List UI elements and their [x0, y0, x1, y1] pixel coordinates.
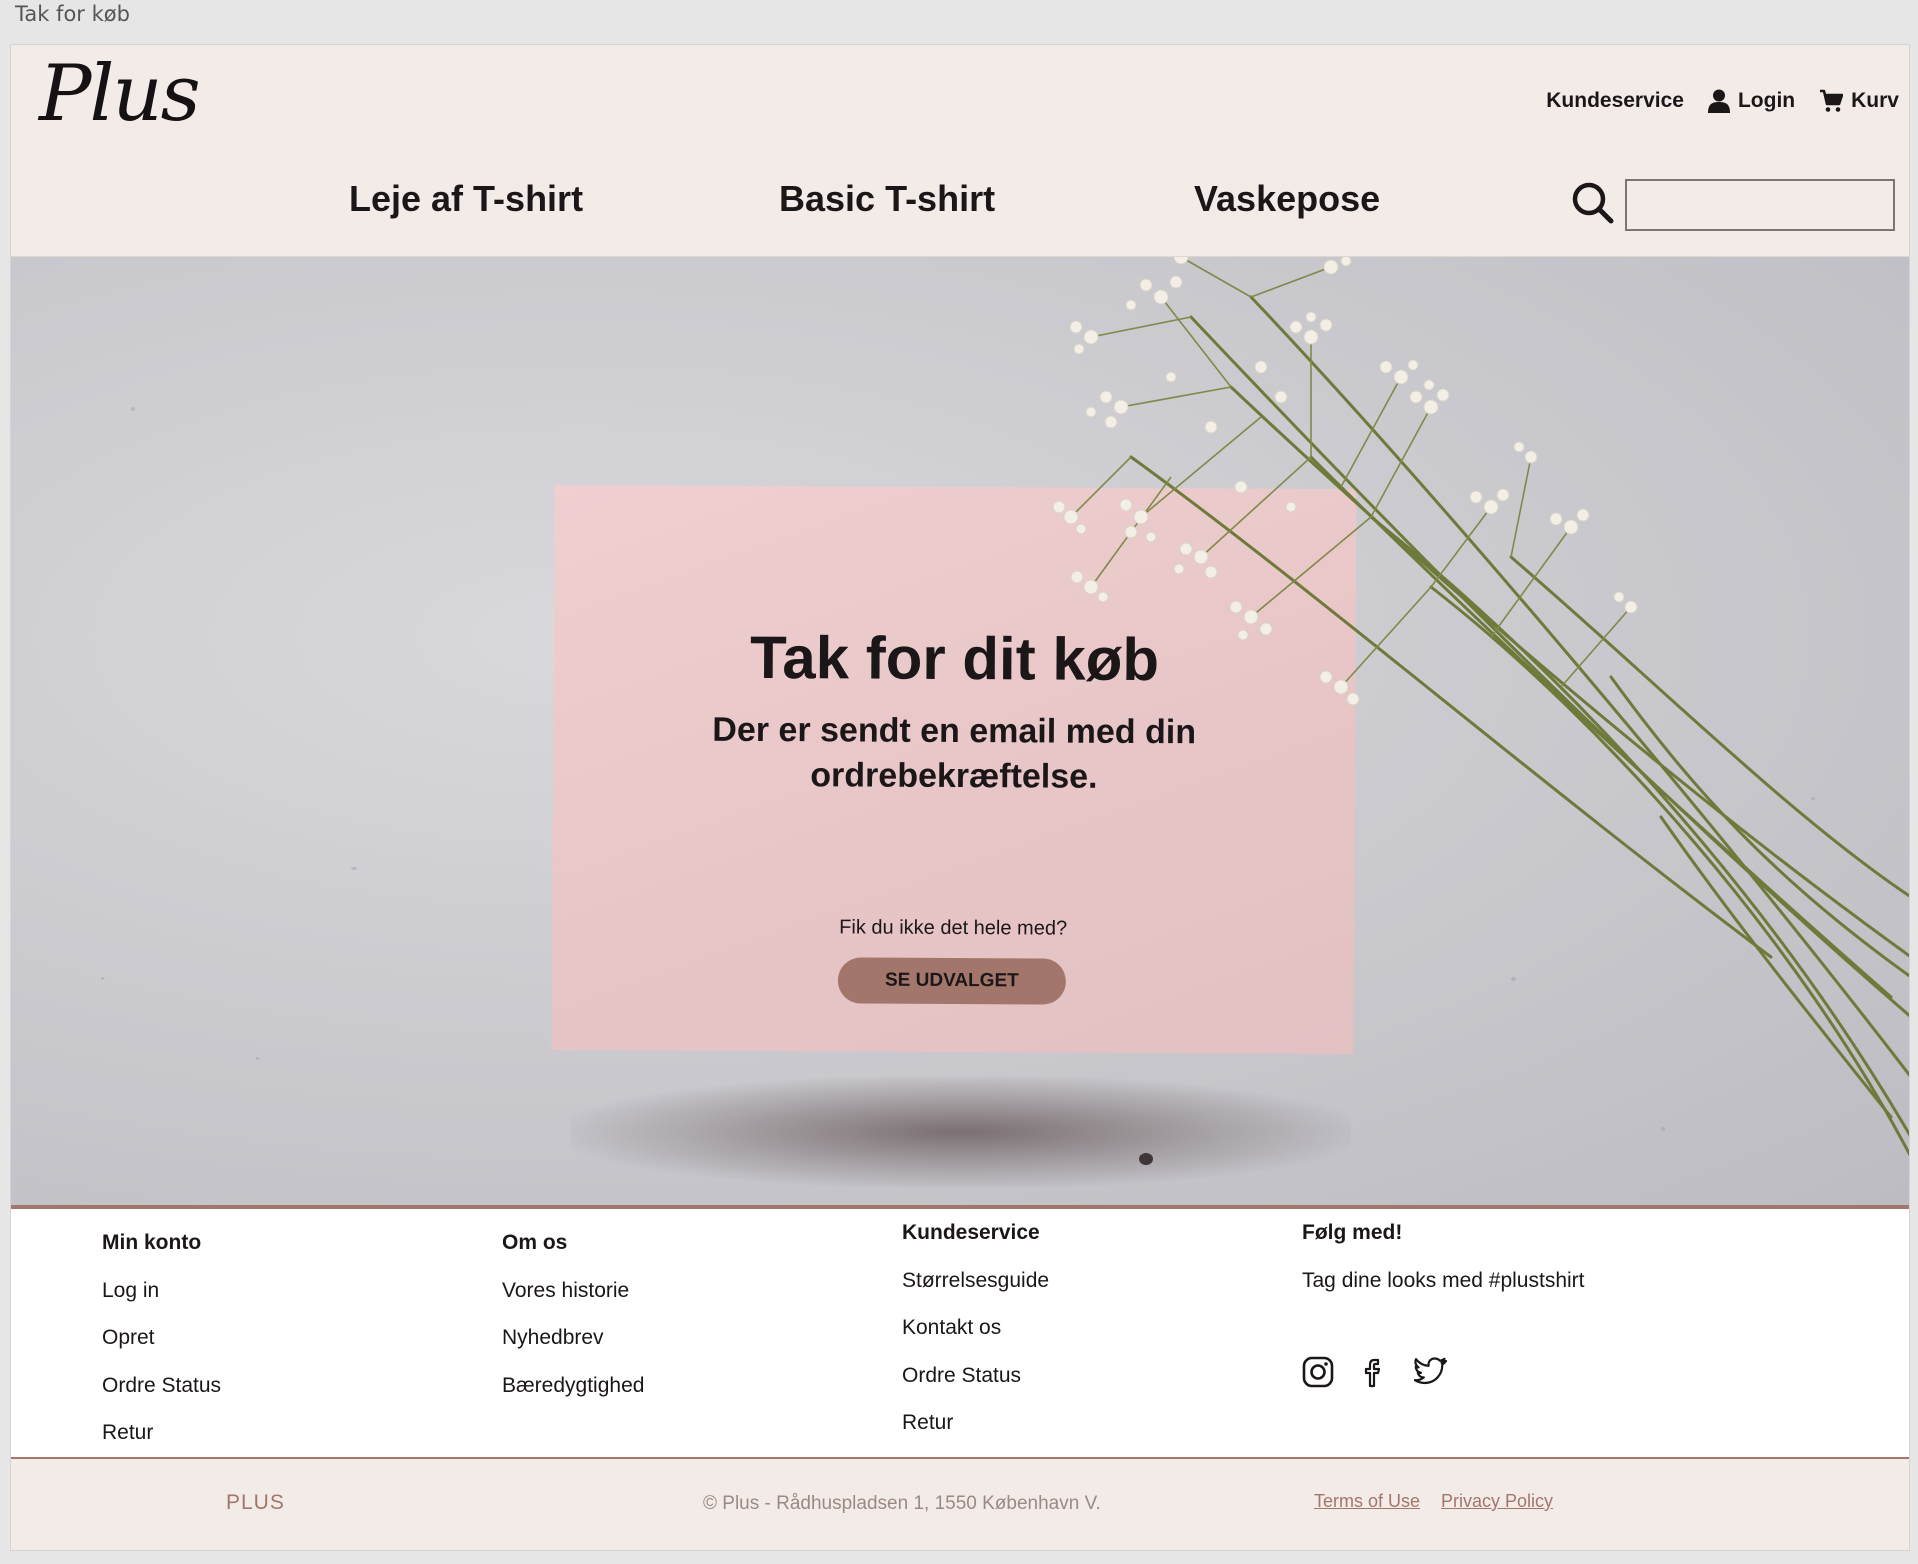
search-icon[interactable]	[1571, 181, 1615, 229]
site-logo[interactable]: Plus	[39, 49, 201, 139]
cart-link[interactable]: Kurv	[1819, 89, 1899, 113]
footer-link-return-2[interactable]: Retur	[902, 1409, 1049, 1457]
window-title: Tak for køb	[15, 2, 130, 26]
footer-link-login[interactable]: Log in	[102, 1277, 221, 1325]
footer-link-contact[interactable]: Kontakt os	[902, 1314, 1049, 1362]
footer-column-about: Om os Vores historie Nyhedbrev Bæredygti…	[502, 1229, 644, 1419]
terms-of-use-link[interactable]: Terms of Use	[1314, 1491, 1420, 1512]
nav-basic-tshirt[interactable]: Basic T-shirt	[779, 178, 995, 220]
copyright-text: © Plus - Rådhuspladsen 1, 1550 København…	[703, 1493, 1101, 1514]
instagram-icon[interactable]	[1302, 1356, 1334, 1398]
site-footer: Min konto Log in Opret Ordre Status Retu…	[11, 1209, 1909, 1459]
footer-heading-account: Min konto	[102, 1231, 202, 1254]
login-link[interactable]: Login	[1707, 89, 1796, 113]
customer-service-label: Kundeservice	[1546, 89, 1684, 112]
hero-banner: Tak for dit køb Der er sendt en email me…	[11, 257, 1909, 1209]
nav-leje-af-tshirt[interactable]: Leje af T-shirt	[349, 178, 583, 220]
social-links	[1302, 1356, 1585, 1398]
footer-heading-follow: Følg med!	[1302, 1221, 1403, 1244]
login-label: Login	[1737, 89, 1796, 112]
footer-hashtag-text: Tag dine looks med #plustshirt	[1302, 1268, 1585, 1292]
footer-brand: PLUS	[226, 1491, 285, 1514]
footer-column-account: Min konto Log in Opret Ordre Status Retu…	[102, 1229, 221, 1467]
footer-column-follow: Følg med! Tag dine looks med #plustshirt	[1302, 1219, 1585, 1398]
footer-link-order-status-2[interactable]: Ordre Status	[902, 1362, 1049, 1410]
footer-link-sustainability[interactable]: Bæredygtighed	[502, 1372, 644, 1420]
user-icon	[1707, 89, 1730, 113]
footer-heading-about: Om os	[502, 1231, 568, 1254]
nav-vaskepose[interactable]: Vaskepose	[1194, 178, 1380, 220]
footer-link-order-status[interactable]: Ordre Status	[102, 1372, 221, 1420]
cart-label: Kurv	[1851, 89, 1899, 112]
footer-link-create[interactable]: Opret	[102, 1324, 221, 1372]
cart-icon	[1819, 89, 1844, 113]
search-input[interactable]	[1625, 179, 1895, 231]
utility-nav: Kundeservice Login Kurv	[1546, 89, 1899, 113]
site-header: Plus Kundeservice Login Kurv Leje af T-s…	[11, 45, 1909, 257]
footer-column-service: Kundeservice Størrelsesguide Kontakt os …	[902, 1219, 1049, 1457]
footer-heading-service: Kundeservice	[902, 1221, 1040, 1244]
facebook-icon[interactable]	[1358, 1356, 1390, 1398]
footer-link-newsletter[interactable]: Nyhedbrev	[502, 1324, 644, 1372]
footer-link-story[interactable]: Vores historie	[502, 1277, 644, 1325]
bottom-bar: PLUS © Plus - Rådhuspladsen 1, 1550 Købe…	[11, 1459, 1909, 1550]
flower-decoration	[1052, 257, 1909, 1157]
browser-viewport: Plus Kundeservice Login Kurv Leje af T-s…	[10, 44, 1910, 1551]
customer-service-link[interactable]: Kundeservice	[1546, 89, 1684, 113]
twitter-icon[interactable]	[1413, 1356, 1448, 1398]
privacy-policy-link[interactable]: Privacy Policy	[1441, 1491, 1553, 1512]
footer-link-size-guide[interactable]: Størrelsesguide	[902, 1267, 1049, 1315]
